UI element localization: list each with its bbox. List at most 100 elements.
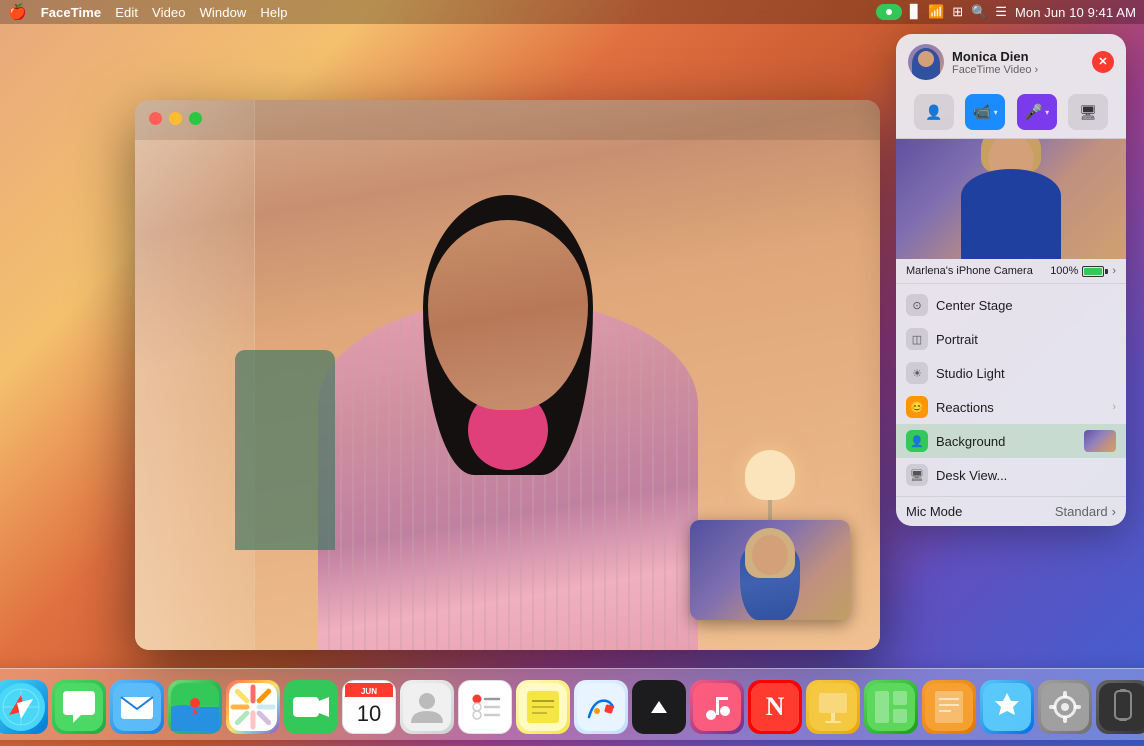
share-screen-button[interactable]: 🖥 — [1068, 94, 1108, 130]
dock-app-contacts[interactable] — [400, 680, 454, 734]
mic-mode-current: Standard — [1055, 504, 1108, 519]
dock-app-reminders[interactable] — [458, 680, 512, 734]
dock-app-maps[interactable] — [168, 680, 222, 734]
dock-app-music[interactable] — [690, 680, 744, 734]
desk-view-label: Desk View... — [936, 468, 1116, 483]
svg-text:JUN: JUN — [361, 687, 377, 696]
dock-app-safari[interactable] — [0, 680, 48, 734]
background-label: Background — [936, 434, 1076, 449]
caller-name: Monica Dien — [952, 49, 1084, 64]
pip-video[interactable] — [690, 520, 850, 620]
wifi-icon: 📶 — [928, 4, 944, 20]
notification-icon[interactable]: ☰ — [995, 4, 1007, 20]
mic-mode-bar[interactable]: Mic Mode Standard › — [896, 496, 1126, 526]
background-right — [1084, 430, 1116, 452]
person-button[interactable]: 👤 — [914, 94, 954, 130]
clock: Mon Jun 10 9:41 AM — [1015, 5, 1136, 20]
portrait-icon: ◫ — [906, 328, 928, 350]
mic-icon: 🎤 — [1024, 103, 1043, 121]
dock-app-notes[interactable] — [516, 680, 570, 734]
maximize-window-button[interactable] — [189, 112, 202, 125]
record-dot — [886, 9, 892, 15]
dock-app-pages[interactable] — [922, 680, 976, 734]
dock-app-mail[interactable] — [110, 680, 164, 734]
dock: JUN 10 — [0, 668, 1144, 740]
reactions-icon: 😊 — [906, 396, 928, 418]
call-type: FaceTime Video › — [952, 64, 1084, 76]
facetime-window — [135, 100, 880, 650]
record-indicator — [876, 4, 902, 20]
dock-app-freeform[interactable] — [574, 680, 628, 734]
portrait-label: Portrait — [936, 332, 1116, 347]
person-icon: 👤 — [925, 104, 942, 121]
mic-mode-value: Standard › — [1055, 504, 1116, 519]
video-button[interactable]: 📹 ▾ — [965, 94, 1005, 130]
traffic-lights — [149, 112, 202, 125]
center-stage-icon: ⊙ — [906, 294, 928, 316]
search-icon[interactable]: 🔍 — [971, 4, 987, 20]
facetime-background — [135, 100, 880, 650]
reactions-chevron-icon: › — [1112, 401, 1116, 413]
dock-app-facetime[interactable] — [284, 680, 338, 734]
background-icon: 👤 — [906, 430, 928, 452]
dock-app-messages[interactable] — [52, 680, 106, 734]
camera-chevron-icon: › — [1112, 265, 1116, 277]
menu-item-center-stage[interactable]: ⊙ Center Stage — [896, 288, 1126, 322]
menu-help[interactable]: Help — [260, 5, 287, 20]
close-panel-button[interactable]: ✕ — [1092, 51, 1114, 73]
apple-logo-icon[interactable]: 🍎 — [8, 3, 27, 21]
preview-body — [961, 169, 1061, 259]
caller-avatar — [908, 44, 944, 80]
dock-app-news[interactable]: N — [748, 680, 802, 734]
camera-name: Marlena's iPhone Camera — [906, 265, 1033, 277]
battery-body — [1082, 266, 1104, 277]
app-name[interactable]: FaceTime — [41, 5, 102, 20]
dock-app-calendar[interactable]: JUN 10 — [342, 680, 396, 734]
mic-button[interactable]: 🎤 ▾ — [1017, 94, 1057, 130]
battery-icon — [1082, 266, 1108, 277]
camera-info-bar[interactable]: Marlena's iPhone Camera 100% › — [896, 259, 1126, 284]
dock-app-settings[interactable] — [1038, 680, 1092, 734]
svg-text:10: 10 — [357, 701, 381, 726]
dock-app-iphone-mirroring[interactable] — [1096, 680, 1144, 734]
menu-item-studio-light[interactable]: ☀ Studio Light — [896, 356, 1126, 390]
desk-view-icon: 🖥 — [906, 464, 928, 486]
studio-light-icon: ☀ — [906, 362, 928, 384]
reactions-label: Reactions — [936, 400, 1104, 415]
center-stage-label: Center Stage — [936, 298, 1116, 313]
menu-bar-right: ▊ 📶 ⊞ 🔍 ☰ Mon Jun 10 9:41 AM — [876, 4, 1136, 20]
studio-light-label: Studio Light — [936, 366, 1116, 381]
mic-mode-label: Mic Mode — [906, 504, 962, 519]
dock-app-numbers[interactable] — [864, 680, 918, 734]
mic-dropdown-arrow: ▾ — [1045, 108, 1049, 117]
menu-item-portrait[interactable]: ◫ Portrait — [896, 322, 1126, 356]
video-icon: 📹 — [973, 103, 992, 121]
menu-item-desk-view[interactable]: 🖥 Desk View... — [896, 458, 1126, 492]
menu-edit[interactable]: Edit — [115, 5, 138, 20]
dock-app-keynote[interactable] — [806, 680, 860, 734]
panel-controls: 👤 📹 ▾ 🎤 ▾ 🖥 — [896, 88, 1126, 139]
battery-percent: 100% — [1050, 265, 1078, 277]
dock-app-appstore[interactable] — [980, 680, 1034, 734]
menu-item-background[interactable]: 👤 Background — [896, 424, 1126, 458]
menu-window[interactable]: Window — [200, 5, 247, 20]
minimize-window-button[interactable] — [169, 112, 182, 125]
share-icon: 🖥 — [1079, 104, 1097, 121]
dock-app-photos[interactable] — [226, 680, 280, 734]
mic-mode-arrow-icon: › — [1112, 504, 1116, 519]
menu-bar: 🍎 FaceTime Edit Video Window Help ▊ 📶 ⊞ … — [0, 0, 1144, 24]
video-dropdown-arrow: ▾ — [994, 108, 998, 117]
caller-info: Monica Dien FaceTime Video › — [952, 49, 1084, 76]
svg-text:N: N — [766, 692, 785, 721]
close-x-icon: ✕ — [1098, 57, 1107, 68]
chair — [235, 350, 335, 550]
battery-tip — [1105, 269, 1108, 274]
menu-video[interactable]: Video — [152, 5, 186, 20]
menu-item-reactions[interactable]: 😊 Reactions › — [896, 390, 1126, 424]
video-effects-menu: ⊙ Center Stage ◫ Portrait ☀ Studio Light… — [896, 284, 1126, 496]
control-center-icon[interactable]: ⊞ — [952, 4, 963, 20]
dock-app-appletv[interactable] — [632, 680, 686, 734]
video-preview — [896, 139, 1126, 259]
close-window-button[interactable] — [149, 112, 162, 125]
battery-status-icon: ▊ — [910, 4, 920, 20]
